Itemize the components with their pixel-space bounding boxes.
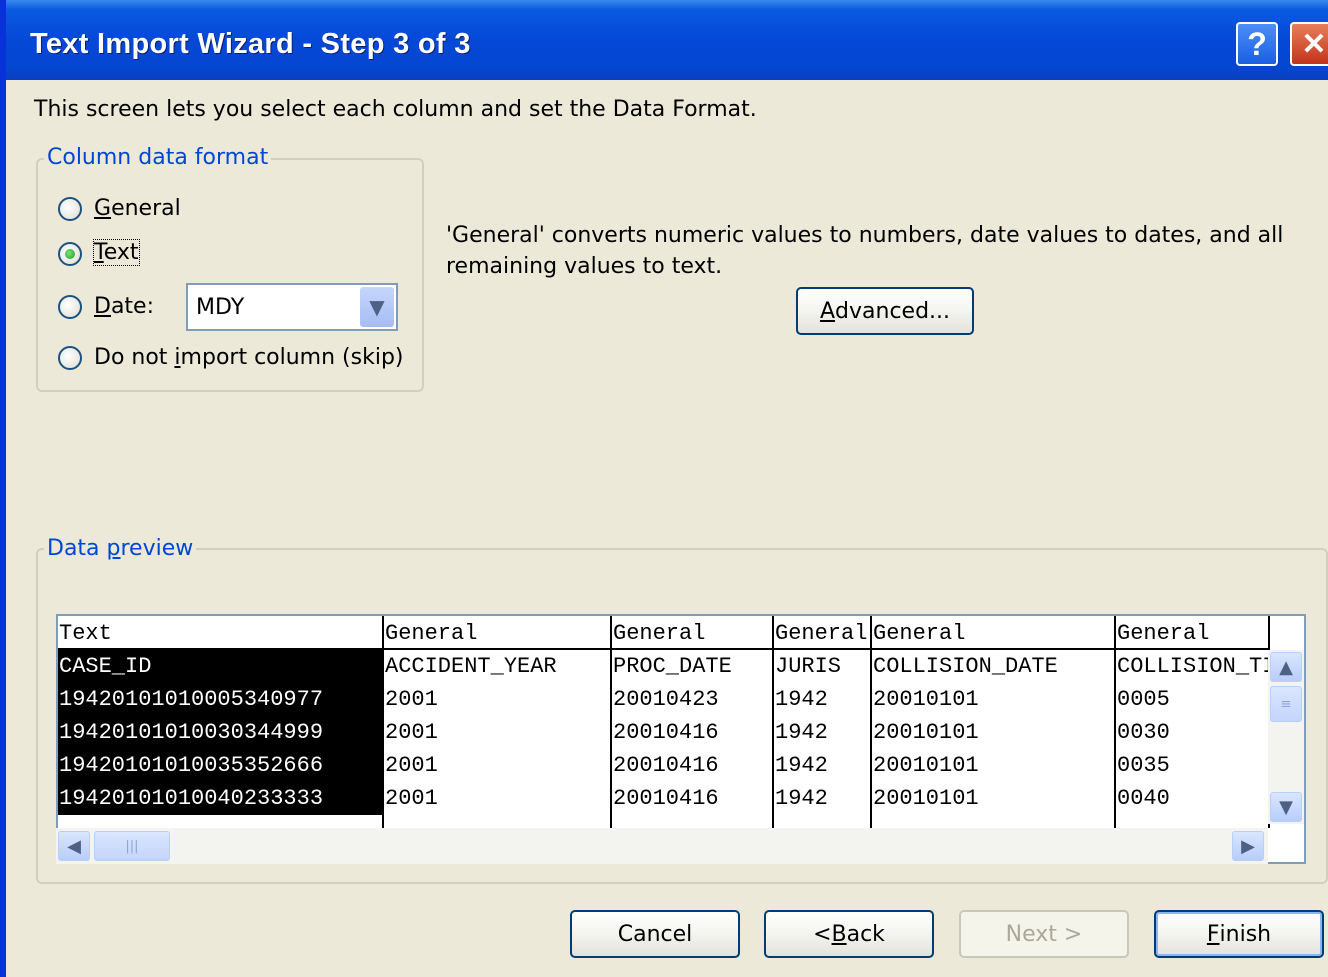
help-button[interactable]: ? — [1236, 22, 1278, 66]
preview-cell: 19420101010040233333 — [58, 782, 382, 815]
finish-button[interactable]: Finish — [1154, 910, 1324, 958]
preview-cell: ACCIDENT_YEAR — [385, 654, 557, 679]
window-title: Text Import Wizard - Step 3 of 3 — [30, 28, 471, 60]
radio-date-label[interactable]: Date: — [94, 294, 154, 319]
preview-cell: 20010416 — [613, 720, 719, 745]
chevron-down-icon[interactable]: ▼ — [360, 287, 394, 327]
preview-cell: 20010101 — [873, 720, 979, 745]
radio-selected-dot — [65, 249, 75, 259]
preview-cell: 1942 — [775, 687, 828, 712]
preview-cell: 1942 — [775, 753, 828, 778]
back-button[interactable]: < Back — [764, 910, 934, 958]
preview-cell: 2001 — [385, 687, 438, 712]
preview-cell: 0040 — [1117, 786, 1170, 811]
date-format-select[interactable]: MDY ▼ — [186, 283, 398, 331]
scroll-right-icon[interactable]: ▶ — [1232, 831, 1264, 861]
scroll-left-icon[interactable]: ◀ — [58, 831, 90, 861]
close-button[interactable]: ✕ — [1290, 22, 1328, 66]
preview-cell: 20010101 — [873, 786, 979, 811]
preview-cell: 19420101010030344999 — [58, 716, 382, 749]
radio-date[interactable] — [58, 295, 82, 319]
column-format-header[interactable]: General — [384, 616, 610, 650]
preview-cell: 19420101010005340977 — [58, 683, 382, 716]
help-icon: ? — [1247, 25, 1267, 62]
column-format-header[interactable]: General — [612, 616, 772, 650]
radio-general-label[interactable]: General — [94, 196, 181, 221]
preview-cell: 0035 — [1117, 753, 1170, 778]
column-format-header[interactable]: General — [774, 616, 870, 650]
preview-cell: 2001 — [385, 753, 438, 778]
radio-text-label[interactable]: Text — [93, 239, 140, 266]
preview-column-proc-date[interactable]: General PROC_DATE 20010423 20010416 2001… — [612, 616, 774, 828]
preview-cell: JURIS — [775, 654, 842, 679]
scroll-up-icon[interactable]: ▲ — [1270, 652, 1302, 682]
preview-horizontal-scrollbar[interactable]: ◀ ||| ▶ — [56, 828, 1268, 864]
preview-vertical-scrollbar[interactable]: ▲ ≡ ▼ — [1268, 650, 1304, 824]
preview-cell: 1942 — [775, 720, 828, 745]
format-description: 'General' converts numeric values to num… — [446, 223, 1284, 279]
radio-skip-label[interactable]: Do not import column (skip) — [94, 345, 404, 370]
intro-text: This screen lets you select each column … — [34, 97, 757, 122]
text-import-wizard-window: Text Import Wizard - Step 3 of 3 ? ✕ Thi… — [0, 0, 1328, 977]
preview-cell: 20010416 — [613, 786, 719, 811]
column-data-format-legend: Column data format — [44, 145, 272, 170]
preview-cell: 2001 — [385, 720, 438, 745]
preview-cell: 20010423 — [613, 687, 719, 712]
preview-column-case-id[interactable]: Text CASE_ID 19420101010005340977 194201… — [58, 616, 384, 828]
data-preview-grid[interactable]: Text CASE_ID 19420101010005340977 194201… — [56, 614, 1306, 864]
scroll-down-icon[interactable]: ▼ — [1270, 792, 1302, 822]
preview-column-collision-time[interactable]: General COLLISION_TIME 0005 0030 0035 00… — [1116, 616, 1270, 828]
column-format-header[interactable]: General — [872, 616, 1114, 650]
preview-cell: 19420101010035352666 — [58, 749, 382, 782]
close-icon: ✕ — [1301, 27, 1327, 61]
next-button[interactable]: Next > — [959, 910, 1129, 958]
radio-general[interactable] — [58, 197, 82, 221]
data-preview-legend: Data preview — [44, 536, 197, 561]
preview-cell: 0005 — [1117, 687, 1170, 712]
radio-skip[interactable] — [58, 346, 82, 370]
horizontal-scroll-thumb[interactable]: ||| — [94, 831, 170, 861]
advanced-button[interactable]: Advanced... — [796, 287, 974, 335]
preview-column-collision-date[interactable]: General COLLISION_DATE 20010101 20010101… — [872, 616, 1116, 828]
preview-cell: PROC_DATE — [613, 654, 732, 679]
preview-cell: 20010416 — [613, 753, 719, 778]
cancel-button[interactable]: Cancel — [570, 910, 740, 958]
date-format-value: MDY — [196, 295, 245, 320]
preview-cell: 20010101 — [873, 687, 979, 712]
preview-cell: CASE_ID — [58, 650, 382, 683]
preview-column-accident-year[interactable]: General ACCIDENT_YEAR 2001 2001 2001 200… — [384, 616, 612, 828]
title-bar[interactable]: Text Import Wizard - Step 3 of 3 ? ✕ — [6, 0, 1328, 80]
preview-cell: 2001 — [385, 786, 438, 811]
radio-text[interactable] — [58, 242, 82, 266]
column-format-header[interactable]: Text — [58, 616, 382, 650]
preview-cell: COLLISION_TIME — [1117, 654, 1268, 679]
preview-cell: 20010101 — [873, 753, 979, 778]
column-format-header[interactable]: General — [1116, 616, 1268, 650]
vertical-scroll-thumb[interactable]: ≡ — [1270, 686, 1302, 722]
preview-column-juris[interactable]: General JURIS 1942 1942 1942 1942 — [774, 616, 872, 828]
preview-cell: 0030 — [1117, 720, 1170, 745]
preview-cell: 1942 — [775, 786, 828, 811]
preview-cell: COLLISION_DATE — [873, 654, 1058, 679]
